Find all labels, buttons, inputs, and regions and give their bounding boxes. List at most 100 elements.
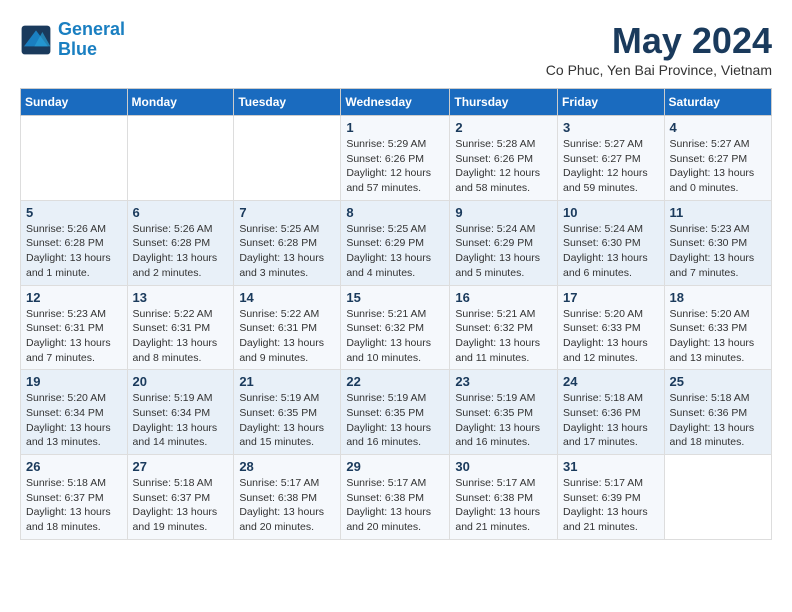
calendar-cell <box>234 116 341 201</box>
day-info: Sunrise: 5:22 AM Sunset: 6:31 PM Dayligh… <box>133 307 229 366</box>
day-info: Sunrise: 5:26 AM Sunset: 6:28 PM Dayligh… <box>133 222 229 281</box>
header-monday: Monday <box>127 89 234 116</box>
calendar-cell: 17 Sunrise: 5:20 AM Sunset: 6:33 PM Dayli… <box>558 285 665 370</box>
week-row-2: 5Sunrise: 5:26 AM Sunset: 6:28 PM Daylig… <box>21 200 772 285</box>
week-row-5: 26 Sunrise: 5:18 AM Sunset: 6:37 PM Dayli… <box>21 455 772 540</box>
day-number: 3 <box>563 120 659 135</box>
day-number: 25 <box>670 374 766 389</box>
day-number: 23 <box>455 374 552 389</box>
day-info: Sunrise: 5:21 AM Sunset: 6:32 PM Dayligh… <box>455 307 552 366</box>
day-number: 22 <box>346 374 444 389</box>
logo-text: General Blue <box>58 20 125 60</box>
day-number: 9 <box>455 205 552 220</box>
calendar-cell: 27Sunrise: 5:18 AM Sunset: 6:37 PM Dayli… <box>127 455 234 540</box>
calendar-cell: 28 Sunrise: 5:17 AM Sunset: 6:38 PM Dayli… <box>234 455 341 540</box>
calendar-cell: 4 Sunrise: 5:27 AM Sunset: 6:27 PM Daylig… <box>664 116 771 201</box>
day-info: Sunrise: 5:18 AM Sunset: 6:36 PM Dayligh… <box>563 391 659 450</box>
day-info: Sunrise: 5:29 AM Sunset: 6:26 PM Dayligh… <box>346 137 444 196</box>
logo-line2: Blue <box>58 39 97 59</box>
calendar-cell: 15Sunrise: 5:21 AM Sunset: 6:32 PM Dayli… <box>341 285 450 370</box>
day-number: 20 <box>133 374 229 389</box>
day-info: Sunrise: 5:19 AM Sunset: 6:35 PM Dayligh… <box>455 391 552 450</box>
calendar-cell: 26 Sunrise: 5:18 AM Sunset: 6:37 PM Dayli… <box>21 455 128 540</box>
calendar-cell <box>21 116 128 201</box>
page-header: General Blue May 2024 Co Phuc, Yen Bai P… <box>20 20 772 78</box>
day-number: 7 <box>239 205 335 220</box>
day-number: 24 <box>563 374 659 389</box>
calendar-cell: 16 Sunrise: 5:21 AM Sunset: 6:32 PM Dayli… <box>450 285 558 370</box>
header-saturday: Saturday <box>664 89 771 116</box>
calendar-cell: 12 Sunrise: 5:23 AM Sunset: 6:31 PM Dayli… <box>21 285 128 370</box>
day-number: 21 <box>239 374 335 389</box>
day-number: 2 <box>455 120 552 135</box>
logo: General Blue <box>20 20 125 60</box>
day-number: 1 <box>346 120 444 135</box>
day-number: 16 <box>455 290 552 305</box>
calendar-cell <box>664 455 771 540</box>
day-number: 10 <box>563 205 659 220</box>
calendar-cell: 3 Sunrise: 5:27 AM Sunset: 6:27 PM Daylig… <box>558 116 665 201</box>
header-wednesday: Wednesday <box>341 89 450 116</box>
title-block: May 2024 Co Phuc, Yen Bai Province, Viet… <box>546 20 772 78</box>
day-info: Sunrise: 5:28 AM Sunset: 6:26 PM Dayligh… <box>455 137 552 196</box>
day-info: Sunrise: 5:23 AM Sunset: 6:30 PM Dayligh… <box>670 222 766 281</box>
page-subtitle: Co Phuc, Yen Bai Province, Vietnam <box>546 62 772 78</box>
calendar-cell: 1 Sunrise: 5:29 AM Sunset: 6:26 PM Daylig… <box>341 116 450 201</box>
day-number: 17 <box>563 290 659 305</box>
day-info: Sunrise: 5:23 AM Sunset: 6:31 PM Dayligh… <box>26 307 122 366</box>
day-info: Sunrise: 5:19 AM Sunset: 6:34 PM Dayligh… <box>133 391 229 450</box>
day-number: 13 <box>133 290 229 305</box>
day-number: 8 <box>346 205 444 220</box>
calendar-cell: 2 Sunrise: 5:28 AM Sunset: 6:26 PM Daylig… <box>450 116 558 201</box>
calendar-cell <box>127 116 234 201</box>
calendar-cell: 14Sunrise: 5:22 AM Sunset: 6:31 PM Dayli… <box>234 285 341 370</box>
logo-line1: General <box>58 19 125 39</box>
day-number: 11 <box>670 205 766 220</box>
day-info: Sunrise: 5:17 AM Sunset: 6:38 PM Dayligh… <box>455 476 552 535</box>
calendar-header-row: SundayMondayTuesdayWednesdayThursdayFrid… <box>21 89 772 116</box>
day-info: Sunrise: 5:21 AM Sunset: 6:32 PM Dayligh… <box>346 307 444 366</box>
day-info: Sunrise: 5:17 AM Sunset: 6:38 PM Dayligh… <box>239 476 335 535</box>
day-info: Sunrise: 5:26 AM Sunset: 6:28 PM Dayligh… <box>26 222 122 281</box>
day-number: 4 <box>670 120 766 135</box>
calendar-cell: 18 Sunrise: 5:20 AM Sunset: 6:33 PM Dayli… <box>664 285 771 370</box>
day-number: 19 <box>26 374 122 389</box>
day-info: Sunrise: 5:18 AM Sunset: 6:37 PM Dayligh… <box>26 476 122 535</box>
header-thursday: Thursday <box>450 89 558 116</box>
calendar-cell: 25Sunrise: 5:18 AM Sunset: 6:36 PM Dayli… <box>664 370 771 455</box>
day-info: Sunrise: 5:18 AM Sunset: 6:37 PM Dayligh… <box>133 476 229 535</box>
calendar-table: SundayMondayTuesdayWednesdayThursdayFrid… <box>20 88 772 540</box>
day-info: Sunrise: 5:20 AM Sunset: 6:33 PM Dayligh… <box>563 307 659 366</box>
calendar-cell: 31 Sunrise: 5:17 AM Sunset: 6:39 PM Dayli… <box>558 455 665 540</box>
day-info: Sunrise: 5:24 AM Sunset: 6:29 PM Dayligh… <box>455 222 552 281</box>
day-number: 29 <box>346 459 444 474</box>
day-number: 12 <box>26 290 122 305</box>
week-row-3: 12 Sunrise: 5:23 AM Sunset: 6:31 PM Dayli… <box>21 285 772 370</box>
calendar-cell: 20 Sunrise: 5:19 AM Sunset: 6:34 PM Dayli… <box>127 370 234 455</box>
day-info: Sunrise: 5:20 AM Sunset: 6:33 PM Dayligh… <box>670 307 766 366</box>
calendar-cell: 22Sunrise: 5:19 AM Sunset: 6:35 PM Dayli… <box>341 370 450 455</box>
day-info: Sunrise: 5:25 AM Sunset: 6:29 PM Dayligh… <box>346 222 444 281</box>
day-info: Sunrise: 5:20 AM Sunset: 6:34 PM Dayligh… <box>26 391 122 450</box>
week-row-4: 19 Sunrise: 5:20 AM Sunset: 6:34 PM Dayli… <box>21 370 772 455</box>
day-info: Sunrise: 5:27 AM Sunset: 6:27 PM Dayligh… <box>670 137 766 196</box>
calendar-cell: 11 Sunrise: 5:23 AM Sunset: 6:30 PM Dayli… <box>664 200 771 285</box>
calendar-cell: 21Sunrise: 5:19 AM Sunset: 6:35 PM Dayli… <box>234 370 341 455</box>
page-title: May 2024 <box>546 20 772 62</box>
calendar-cell: 23 Sunrise: 5:19 AM Sunset: 6:35 PM Dayli… <box>450 370 558 455</box>
day-info: Sunrise: 5:17 AM Sunset: 6:39 PM Dayligh… <box>563 476 659 535</box>
day-number: 18 <box>670 290 766 305</box>
logo-icon <box>20 24 52 56</box>
calendar-cell: 5Sunrise: 5:26 AM Sunset: 6:28 PM Daylig… <box>21 200 128 285</box>
day-info: Sunrise: 5:17 AM Sunset: 6:38 PM Dayligh… <box>346 476 444 535</box>
calendar-cell: 24 Sunrise: 5:18 AM Sunset: 6:36 PM Dayli… <box>558 370 665 455</box>
calendar-cell: 8 Sunrise: 5:25 AM Sunset: 6:29 PM Daylig… <box>341 200 450 285</box>
calendar-cell: 30Sunrise: 5:17 AM Sunset: 6:38 PM Dayli… <box>450 455 558 540</box>
calendar-cell: 19 Sunrise: 5:20 AM Sunset: 6:34 PM Dayli… <box>21 370 128 455</box>
day-number: 26 <box>26 459 122 474</box>
calendar-cell: 10Sunrise: 5:24 AM Sunset: 6:30 PM Dayli… <box>558 200 665 285</box>
day-number: 31 <box>563 459 659 474</box>
day-number: 28 <box>239 459 335 474</box>
day-info: Sunrise: 5:27 AM Sunset: 6:27 PM Dayligh… <box>563 137 659 196</box>
day-info: Sunrise: 5:22 AM Sunset: 6:31 PM Dayligh… <box>239 307 335 366</box>
